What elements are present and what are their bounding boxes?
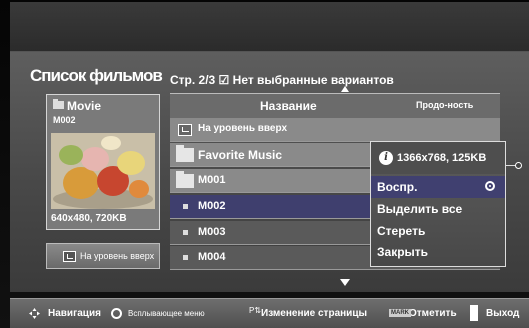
row-label: M002 <box>198 200 226 212</box>
header-duration: Продо-ность <box>416 100 474 110</box>
info-icon: i <box>379 151 393 165</box>
menu-item-label: Воспр. <box>377 180 418 194</box>
menu-item-label: Стереть <box>377 224 426 238</box>
hint-exit: Выход <box>486 308 520 319</box>
up-level-label: На уровень вверх <box>80 251 155 261</box>
up-level-icon <box>63 250 76 262</box>
menu-item-label: Закрыть <box>377 245 429 259</box>
header-name: Название <box>260 99 317 113</box>
up-level-icon <box>178 124 192 136</box>
file-bullet-icon <box>183 204 188 209</box>
radio-icon <box>485 181 495 191</box>
popup-connector-dot-icon <box>515 162 522 169</box>
page-info: Стр. 2/3 ☑ Нет выбранные вариантов <box>170 73 394 87</box>
movie-list-screen: Список фильмов Стр. 2/3 ☑ Нет выбранные … <box>0 0 529 328</box>
folder-icon <box>176 145 194 162</box>
hint-mark: Отметить <box>409 308 457 319</box>
row-label: M004 <box>198 251 226 263</box>
top-band <box>10 2 529 52</box>
row-label: На уровень вверх <box>198 123 288 134</box>
row-label: M001 <box>198 174 226 186</box>
menu-item-delete[interactable]: Стереть <box>371 220 505 242</box>
menu-item-play[interactable]: Воспр. <box>371 176 505 198</box>
file-bullet-icon <box>183 255 188 260</box>
mark-button-icon: MARK <box>389 309 411 317</box>
page-title: Список фильмов <box>30 66 163 85</box>
navigation-icon <box>29 308 40 319</box>
popup-resolution: 1366x768, 125KB <box>397 152 487 164</box>
hint-navigation: Навигация <box>48 308 101 319</box>
hint-popup-menu: Всплывающее меню <box>128 309 205 318</box>
folder-icon <box>176 171 194 188</box>
preview-card: Movie M002 640x480, 720KB <box>46 94 160 230</box>
file-bullet-icon <box>183 230 188 235</box>
fruit-thumbnail <box>51 133 155 209</box>
menu-item-select-all[interactable]: Выделить все <box>371 198 505 220</box>
list-row-up[interactable]: На уровень вверх <box>170 118 500 142</box>
page-button-icon: P⇅ <box>249 306 262 315</box>
preview-name: Movie <box>67 99 102 113</box>
ok-button-icon <box>111 308 122 319</box>
hint-page-change: Изменение страницы <box>261 308 368 319</box>
row-label: M003 <box>198 226 226 238</box>
popup-info: i 1366x768, 125KB <box>371 142 505 174</box>
scroll-down-arrow-icon[interactable] <box>340 279 350 286</box>
preview-code: M002 <box>53 115 76 125</box>
preview-resolution: 640x480, 720KB <box>51 213 127 224</box>
bottom-help-bar: Навигация Всплывающее меню Изменение стр… <box>10 298 529 328</box>
list-header: Название Продо-ность <box>170 93 500 118</box>
folder-icon <box>53 99 64 109</box>
row-label: Favorite Music <box>198 148 283 162</box>
up-level-button[interactable]: На уровень вверх <box>46 243 160 269</box>
popup-menu: i 1366x768, 125KB Воспр. Выделить все Ст… <box>370 141 506 267</box>
menu-item-label: Выделить все <box>377 202 463 216</box>
scroll-up-arrow-icon[interactable] <box>341 86 349 92</box>
menu-item-close[interactable]: Закрыть <box>371 241 505 263</box>
exit-door-icon <box>470 305 478 321</box>
